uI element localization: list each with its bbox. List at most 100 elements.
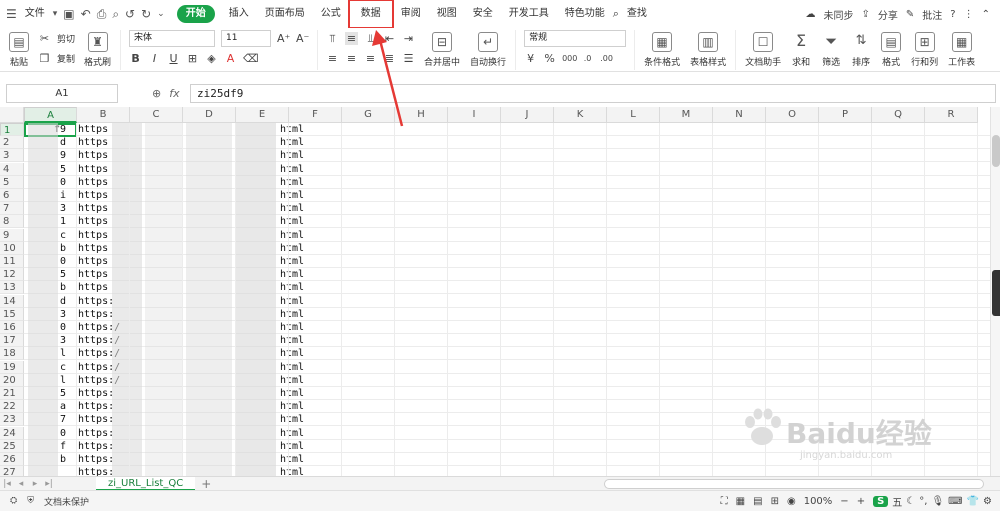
font-color-icon[interactable]: A bbox=[224, 52, 237, 65]
tab-10[interactable]: 查找 bbox=[619, 0, 655, 28]
print-icon[interactable]: ⎙ bbox=[97, 7, 107, 22]
column-header[interactable]: G bbox=[342, 107, 395, 123]
sheet-tab[interactable]: zi_URL_List_QC bbox=[96, 476, 196, 491]
justify-icon[interactable]: ≣ bbox=[383, 52, 396, 65]
indent-decrease-icon[interactable]: ⇤ bbox=[383, 32, 396, 45]
row-header[interactable]: 21 bbox=[0, 387, 24, 400]
font-name-select[interactable]: 宋体 bbox=[129, 30, 216, 47]
column-header[interactable]: E bbox=[236, 107, 289, 123]
row-header[interactable]: 10 bbox=[0, 241, 24, 255]
horizontal-scrollbar[interactable] bbox=[604, 479, 984, 489]
tab-1[interactable]: 插入 bbox=[221, 0, 257, 28]
cell-e[interactable]: html bbox=[280, 466, 304, 476]
font-size-select[interactable]: 11 bbox=[221, 30, 272, 47]
comment-button[interactable]: 批注 bbox=[922, 7, 942, 22]
column-header[interactable]: Q bbox=[872, 107, 925, 123]
column-header[interactable]: N bbox=[713, 107, 766, 123]
print-preview-icon[interactable]: ⌕ bbox=[112, 7, 119, 22]
conditional-format-button[interactable]: ▦ 条件格式 bbox=[639, 30, 685, 68]
next-sheet-icon[interactable]: ▸ bbox=[28, 479, 42, 489]
first-sheet-icon[interactable]: |◂ bbox=[0, 479, 14, 489]
tab-8[interactable]: 开发工具 bbox=[501, 0, 557, 28]
input-method[interactable]: S 五 ☾ °, 🎙 ⌨ 👕 ⚙ bbox=[873, 494, 992, 509]
filter-button[interactable]: ⏷ 筛选 bbox=[816, 30, 846, 68]
row-header[interactable]: 25 bbox=[0, 439, 24, 453]
undo-history-icon[interactable]: ↶ bbox=[81, 7, 91, 21]
cell-b[interactable]: https: bbox=[78, 308, 114, 321]
row-header[interactable]: 23 bbox=[0, 413, 24, 427]
column-header[interactable]: C bbox=[130, 107, 183, 123]
cell-e[interactable]: html bbox=[280, 334, 304, 347]
prev-sheet-icon[interactable]: ◂ bbox=[14, 479, 28, 489]
cell-e[interactable]: html bbox=[280, 361, 304, 374]
cell-e[interactable]: html bbox=[280, 229, 304, 242]
row-header[interactable]: 27 bbox=[0, 466, 24, 476]
sync-status[interactable]: 未同步 bbox=[824, 7, 854, 22]
table-style-button[interactable]: ▥ 表格样式 bbox=[685, 30, 731, 68]
cell-b[interactable]: https: bbox=[78, 387, 114, 400]
hamburger-icon[interactable]: ☰ bbox=[6, 7, 17, 21]
cell-b[interactable]: https: bbox=[78, 295, 114, 308]
side-panel-tab[interactable] bbox=[992, 270, 1000, 316]
align-top-icon[interactable]: ⫪ bbox=[326, 32, 339, 46]
align-center-icon[interactable]: ≡ bbox=[345, 52, 358, 65]
column-header[interactable]: R bbox=[925, 107, 978, 123]
row-header[interactable]: 11 bbox=[0, 255, 24, 268]
last-sheet-icon[interactable]: ▸| bbox=[42, 479, 56, 489]
row-column-button[interactable]: ⊞ 行和列 bbox=[906, 30, 943, 68]
more-icon[interactable]: ⋮ bbox=[964, 9, 974, 20]
cell-e[interactable]: html bbox=[280, 163, 304, 176]
cell-b[interactable]: https bbox=[78, 189, 108, 202]
column-header[interactable]: M bbox=[660, 107, 713, 123]
cell-e[interactable]: html bbox=[280, 149, 304, 162]
column-header[interactable]: D bbox=[183, 107, 236, 123]
scroll-thumb[interactable] bbox=[992, 135, 1000, 167]
row-header[interactable]: 1 bbox=[0, 123, 24, 136]
macro-icon[interactable]: ⛭ bbox=[10, 496, 17, 506]
row-header[interactable]: 4 bbox=[0, 162, 24, 176]
cell-b[interactable]: https: bbox=[78, 453, 114, 466]
format-button[interactable]: ▤ 格式 bbox=[876, 30, 906, 68]
share-icon[interactable]: ⇪ bbox=[862, 9, 870, 20]
row-header[interactable]: 22 bbox=[0, 400, 24, 414]
cell-e[interactable]: html bbox=[280, 268, 304, 281]
cell-e[interactable]: html bbox=[280, 176, 304, 189]
row-header[interactable]: 18 bbox=[0, 347, 24, 361]
cell-b[interactable]: https bbox=[78, 242, 108, 255]
wrap-text-button[interactable]: ↵ 自动换行 bbox=[465, 30, 511, 68]
italic-icon[interactable]: I bbox=[148, 52, 161, 65]
merge-center-button[interactable]: ⊟ 合并居中 bbox=[419, 30, 465, 68]
zoom-cell-icon[interactable]: ⊕ bbox=[152, 87, 161, 100]
redo-icon[interactable]: ↻ bbox=[141, 7, 151, 21]
zoom-in-icon[interactable]: + bbox=[857, 496, 865, 507]
cell-e[interactable]: html bbox=[280, 374, 304, 387]
column-header[interactable]: P bbox=[819, 107, 872, 123]
align-bottom-icon[interactable]: ⫫ bbox=[364, 32, 377, 46]
column-header[interactable]: I bbox=[448, 107, 501, 123]
cell-e[interactable]: html bbox=[280, 189, 304, 202]
add-sheet-icon[interactable]: + bbox=[201, 477, 211, 491]
cell-e[interactable]: html bbox=[280, 136, 304, 149]
cell-b[interactable]: https bbox=[78, 281, 108, 294]
cell-e[interactable]: html bbox=[280, 387, 304, 400]
copy-button[interactable]: ❐ 复制 bbox=[38, 50, 75, 67]
normal-view-icon[interactable]: ▦ bbox=[736, 496, 745, 507]
cell-e[interactable]: html bbox=[280, 202, 304, 215]
select-all-corner[interactable] bbox=[0, 107, 24, 123]
spreadsheet-grid[interactable]: ABCDEFGHIJKLMNOPQR 1 f9 https html 2 d https ht… bbox=[0, 107, 990, 476]
name-box[interactable]: A1 bbox=[6, 83, 118, 103]
increase-decimal-icon[interactable]: .0 bbox=[581, 54, 594, 63]
distribute-icon[interactable]: ☰ bbox=[402, 52, 415, 65]
underline-icon[interactable]: U bbox=[167, 52, 180, 65]
chevron-down-icon[interactable]: ▾ bbox=[53, 9, 58, 19]
page-break-icon[interactable]: ⊞ bbox=[771, 496, 779, 507]
row-header[interactable]: 13 bbox=[0, 281, 24, 295]
column-header[interactable]: F bbox=[289, 107, 342, 123]
cell-b[interactable]: https bbox=[78, 268, 108, 281]
row-header[interactable]: 9 bbox=[0, 228, 24, 242]
cell-e[interactable]: html bbox=[280, 427, 304, 440]
thousands-icon[interactable]: 000 bbox=[562, 54, 577, 63]
cell-b[interactable]: https: bbox=[78, 400, 114, 413]
row-header[interactable]: 20 bbox=[0, 373, 24, 387]
cell-b[interactable]: https: bbox=[78, 440, 114, 453]
